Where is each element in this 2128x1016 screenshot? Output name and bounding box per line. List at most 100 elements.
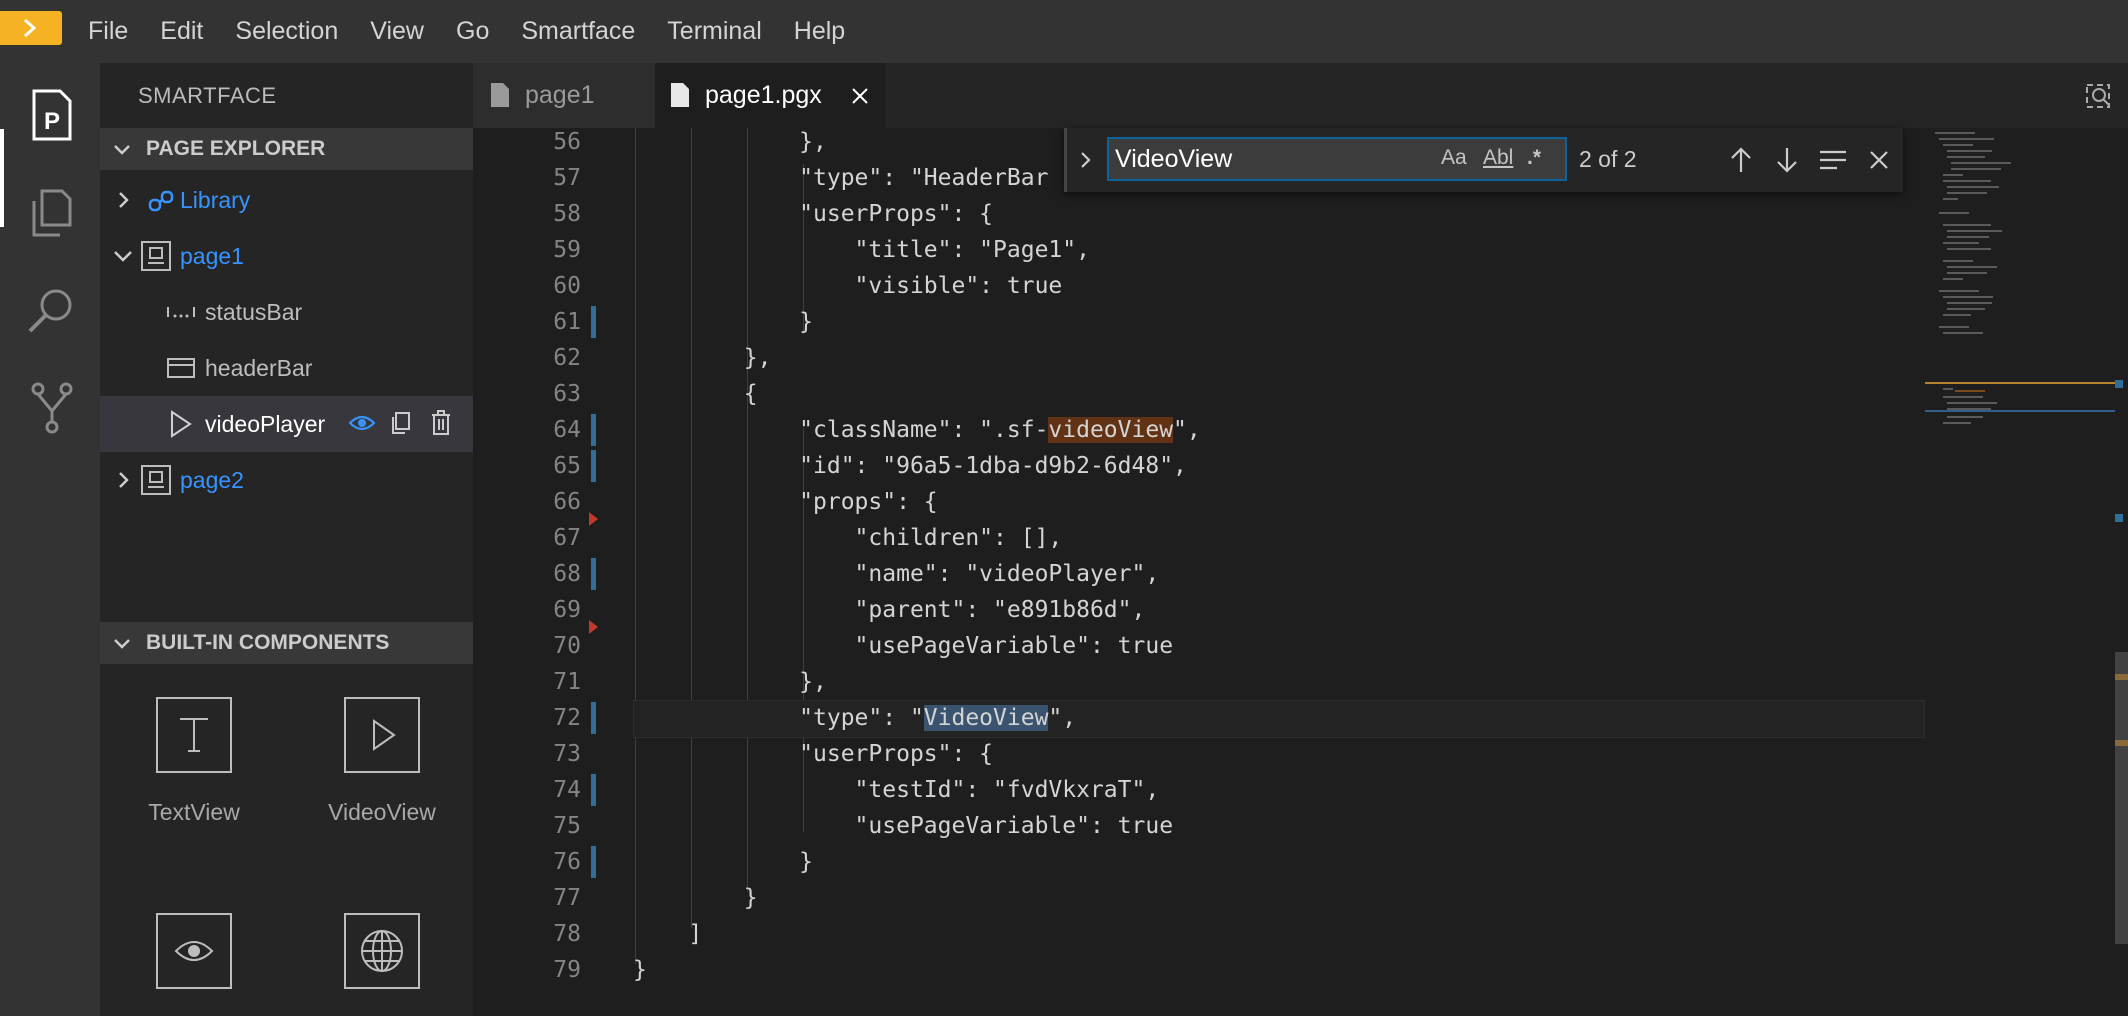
tree-item-videoplayer[interactable]: videoPlayer (100, 396, 473, 452)
page-explorer-header[interactable]: PAGE EXPLORER (100, 128, 473, 170)
whole-word-toggle[interactable]: Abl (1483, 146, 1513, 170)
page-explorer-label: PAGE EXPLORER (146, 137, 326, 160)
tree-item-statusbar[interactable]: statusBar (100, 284, 473, 340)
tree-item-headerbar[interactable]: headerBar (100, 340, 473, 396)
code-line: 76 } (473, 844, 1923, 880)
code-line: 66 "props": { (553, 489, 938, 515)
page-icon (141, 465, 171, 495)
eye-icon (174, 941, 214, 961)
page-explorer-icon[interactable]: P (24, 87, 80, 143)
regex-toggle[interactable]: .* (1527, 146, 1541, 170)
files-icon[interactable] (24, 185, 80, 241)
close-icon[interactable] (851, 87, 869, 105)
menu-view[interactable]: View (354, 17, 440, 46)
component-textview[interactable] (156, 697, 232, 773)
tab-label: page1 (525, 81, 595, 109)
code-line: 63 { (553, 381, 758, 407)
match-case-toggle[interactable]: Aa (1441, 146, 1467, 170)
component-webview[interactable] (344, 913, 420, 989)
text-icon (180, 718, 208, 752)
code-line: 72 "type": "VideoView", (473, 700, 1923, 736)
search-icon[interactable] (24, 283, 80, 339)
scrollbar-thumb[interactable] (2115, 652, 2128, 944)
chevron-right-icon (119, 472, 129, 488)
tree-item-label: page2 (180, 466, 244, 493)
scrollbar-marker (2115, 740, 2128, 746)
sidebar-title: SMARTFACE (138, 83, 277, 108)
chevron-down-icon (114, 639, 130, 649)
scrollbar-marker (2115, 380, 2123, 388)
close-icon[interactable] (1863, 144, 1895, 176)
menu-terminal[interactable]: Terminal (651, 17, 777, 46)
code-line: 65 "id": "96a5-1dba-d9b2-6d48", (473, 448, 1923, 484)
globe-icon (361, 930, 403, 972)
source-control-icon[interactable] (24, 379, 80, 435)
minimap[interactable] (1925, 128, 2115, 448)
find-widget: Aa Abl .* 2 of 2 (1064, 128, 1903, 192)
code-editor[interactable]: 56 }, 57 "type": "HeaderBar 58 "userProp… (473, 128, 2128, 1016)
arrow-down-icon[interactable] (1771, 144, 1803, 176)
code-line: 78 ] (553, 921, 703, 947)
menu-bar: File Edit Selection View Go Smartface Te… (0, 0, 2128, 63)
find-match-count: 2 of 2 (1579, 146, 1637, 172)
tree-item-label: headerBar (205, 354, 313, 381)
page-icon (141, 241, 171, 271)
code-line: 71 }, (553, 669, 827, 695)
trash-icon[interactable] (430, 410, 452, 436)
file-icon (671, 83, 689, 107)
find-in-selection-icon[interactable] (1817, 144, 1849, 176)
tree-item-library[interactable]: Library (100, 172, 473, 228)
search-match: VideoView (923, 705, 1049, 731)
code-line-classname: "className": ".sf-videoView", (633, 417, 1201, 443)
chevron-down-icon (114, 145, 130, 155)
tree-item-page1[interactable]: page1 (100, 228, 473, 284)
activity-bar: P (0, 63, 100, 1016)
code-line: 79} (553, 957, 647, 983)
tree-item-label: statusBar (205, 298, 303, 325)
code-line: 73 "userProps": { (553, 741, 994, 767)
tree-item-label: videoPlayer (205, 410, 326, 437)
tab-bar: page1 page1.pgx (473, 63, 2128, 128)
code-line: 64 "className": ".sf-videoView", (473, 412, 1923, 448)
tree-item-page2[interactable]: page2 (100, 452, 473, 508)
menu-help[interactable]: Help (778, 17, 861, 46)
menu-file[interactable]: File (72, 17, 144, 46)
arrow-up-icon[interactable] (1725, 144, 1757, 176)
component-videoview[interactable] (344, 697, 420, 773)
code-line: 77 } (553, 885, 758, 911)
code-line: 69 "parent": "e891b86d", (553, 597, 1146, 623)
play-icon (373, 719, 396, 751)
tree-item-label: Library (180, 186, 251, 213)
duplicate-icon[interactable] (390, 411, 412, 435)
app-logo[interactable] (0, 11, 62, 45)
builtin-components-header[interactable]: BUILT-IN COMPONENTS (100, 622, 473, 664)
tab-page1-pgx[interactable]: page1.pgx (655, 63, 885, 128)
search-match: videoView (1048, 417, 1174, 443)
menu-smartface[interactable]: Smartface (505, 17, 651, 46)
menu-selection[interactable]: Selection (219, 17, 354, 46)
code-line: 61 } (473, 304, 1923, 340)
builtin-components-label: BUILT-IN COMPONENTS (146, 631, 390, 654)
link-icon (148, 190, 174, 212)
component-label: TextView (148, 799, 240, 825)
svg-text:P: P (44, 108, 60, 135)
scrollbar-marker (2115, 674, 2128, 680)
code-line: 67 "children": [], (473, 512, 1923, 556)
code-line-type: "type": "VideoView", (633, 705, 1077, 731)
tab-label: page1.pgx (705, 81, 822, 109)
component-label: VideoView (328, 799, 436, 825)
menu-go[interactable]: Go (440, 17, 505, 46)
code-line: 60 "visible": true (553, 273, 1063, 299)
tab-page1[interactable]: page1 (473, 63, 655, 128)
chevron-right-icon (119, 192, 129, 208)
open-preview-icon[interactable] (2083, 81, 2113, 111)
component-imageview[interactable] (156, 913, 232, 989)
vertical-scrollbar[interactable] (2115, 128, 2128, 1016)
sidebar: SMARTFACE PAGE EXPLORER Library page1 st… (100, 63, 473, 1016)
menu-edit[interactable]: Edit (144, 17, 219, 46)
headerbar-icon (167, 358, 195, 378)
statusbar-icon (167, 307, 195, 318)
chevron-right-icon[interactable] (1077, 150, 1095, 170)
eye-icon[interactable] (349, 412, 375, 434)
code-line: 74 "testId": "fvdVkxraT", (473, 772, 1923, 808)
